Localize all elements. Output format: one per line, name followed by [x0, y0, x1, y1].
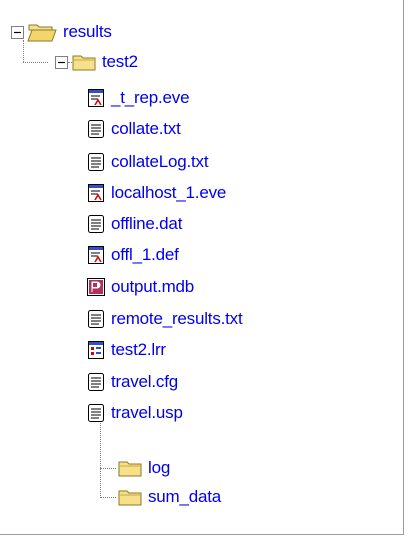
tree-node-label: offline.dat	[111, 214, 183, 233]
tree-line	[23, 62, 48, 64]
tree-node-file[interactable]: localhost_1.eve	[86, 182, 227, 204]
tree-node-label: collate.txt	[111, 119, 181, 138]
tree-node-results[interactable]: results	[11, 21, 113, 43]
text-file-icon	[88, 310, 104, 328]
tree-node-file[interactable]: test2.lrr	[86, 339, 167, 361]
tree-node-file[interactable]: output.mdb	[86, 276, 195, 298]
tree-node-label: remote_results.txt	[111, 309, 243, 328]
access-db-icon	[87, 278, 105, 296]
tree-view-frame	[0, 0, 404, 535]
eve-file-icon	[88, 246, 104, 264]
lrr-file-icon	[88, 341, 104, 359]
tree-node-label: _t_rep.eve	[111, 88, 190, 107]
open-folder-icon	[27, 24, 57, 42]
eve-file-icon	[88, 184, 104, 202]
collapse-toggle-icon[interactable]	[11, 25, 24, 39]
tree-node-label: test2.lrr	[111, 340, 166, 359]
tree-node-file[interactable]: collate.txt	[86, 118, 182, 140]
tree-line	[100, 468, 116, 470]
closed-folder-icon	[118, 461, 142, 477]
tree-node-label: offl_1.def	[111, 245, 179, 264]
closed-folder-icon	[118, 490, 142, 506]
collapse-toggle-icon[interactable]	[55, 55, 68, 69]
tree-node-label: results	[63, 22, 112, 41]
tree-node-file[interactable]: remote_results.txt	[86, 308, 244, 330]
tree-node-sum-data[interactable]: sum_data	[117, 486, 222, 508]
tree-node-file[interactable]: _t_rep.eve	[86, 87, 190, 109]
tree-line	[23, 40, 25, 62]
tree-node-label: travel.cfg	[111, 372, 178, 391]
tree-node-file[interactable]: offl_1.def	[86, 244, 180, 266]
closed-folder-icon	[72, 55, 96, 71]
eve-file-icon	[88, 89, 104, 107]
text-file-icon	[88, 120, 104, 138]
text-file-icon	[88, 373, 104, 391]
tree-node-label: log	[148, 458, 171, 477]
tree-node-file[interactable]: offline.dat	[86, 213, 183, 235]
text-file-icon	[88, 153, 104, 171]
tree-node-label: collateLog.txt	[111, 152, 209, 171]
tree-node-label: test2	[102, 52, 138, 71]
tree-node-file[interactable]: travel.cfg	[86, 371, 179, 393]
tree-node-label: output.mdb	[111, 277, 195, 296]
text-file-icon	[88, 404, 104, 422]
tree-node-label: travel.usp	[111, 403, 183, 422]
tree-node-file[interactable]: collateLog.txt	[86, 151, 209, 173]
tree-node-file[interactable]: travel.usp	[86, 402, 184, 424]
tree-line	[100, 497, 116, 499]
tree-node-log[interactable]: log	[117, 457, 171, 479]
text-file-icon	[88, 215, 104, 233]
tree-node-test2[interactable]: test2	[55, 51, 139, 73]
tree-node-label: sum_data	[148, 487, 222, 506]
tree-node-label: localhost_1.eve	[111, 183, 227, 202]
